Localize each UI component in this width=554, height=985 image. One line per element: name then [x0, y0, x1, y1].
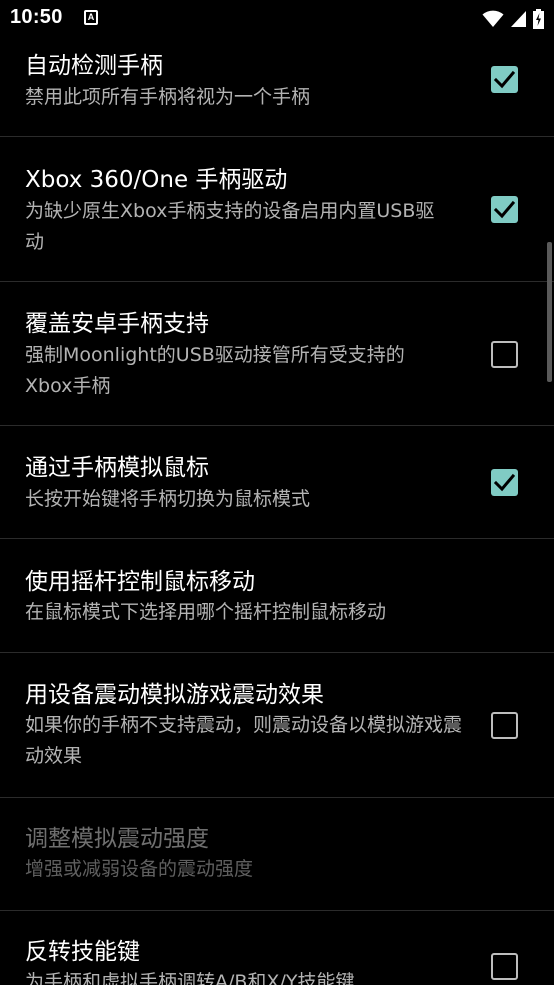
setting-title: 覆盖安卓手柄支持: [25, 311, 209, 337]
status-icons: [482, 7, 544, 31]
setting-summary: 增强或减弱设备的震动强度: [25, 858, 254, 880]
setting-summary: 为缺少原生Xbox手柄支持的设备启用内置USB驱动: [25, 200, 435, 253]
wifi-icon: [482, 10, 504, 27]
setting-summary: 长按开始键将手柄切换为鼠标模式: [25, 488, 311, 510]
setting-summary: 强制Moonlight的USB驱动接管所有受支持的Xbox手柄: [25, 344, 405, 397]
checkmark-icon: [494, 473, 515, 492]
setting-xbox-driver[interactable]: Xbox 360/One 手柄驱动 为缺少原生Xbox手柄支持的设备启用内置US…: [0, 137, 554, 282]
setting-override-android-controller[interactable]: 覆盖安卓手柄支持 强制Moonlight的USB驱动接管所有受支持的Xbox手柄: [0, 282, 554, 426]
status-bar: 10:50 A: [0, 0, 554, 38]
override-android-checkbox[interactable]: [491, 341, 518, 368]
device-vibration-checkbox[interactable]: [491, 712, 518, 739]
setting-title: 用设备震动模拟游戏震动效果: [25, 682, 324, 708]
setting-flip-face-buttons[interactable]: 反转技能键 为手柄和虚拟手柄调转A/B和X/Y技能键: [0, 911, 554, 985]
setting-mouse-emulation[interactable]: 通过手柄模拟鼠标 长按开始键将手柄切换为鼠标模式: [0, 426, 554, 538]
setting-title: 通过手柄模拟鼠标: [25, 455, 209, 481]
setting-summary: 禁用此项所有手柄将视为一个手柄: [25, 86, 311, 108]
status-time: 10:50: [10, 6, 63, 28]
checkmark-icon: [494, 200, 515, 219]
xbox-driver-checkbox[interactable]: [491, 196, 518, 223]
battery-icon: [533, 9, 544, 29]
setting-title: Xbox 360/One 手柄驱动: [25, 167, 288, 193]
scrollbar[interactable]: [547, 242, 552, 382]
checkmark-icon: [494, 70, 515, 89]
setting-title: 使用摇杆控制鼠标移动: [25, 569, 255, 595]
setting-title: 调整模拟震动强度: [25, 826, 209, 852]
setting-summary: 为手柄和虚拟手柄调转A/B和X/Y技能键: [25, 971, 355, 985]
setting-summary: 如果你的手柄不支持震动，则震动设备以模拟游戏震动效果: [25, 714, 463, 767]
notification-icon: A: [84, 10, 98, 25]
setting-title: 反转技能键: [25, 939, 140, 965]
setting-title: 自动检测手柄: [25, 53, 163, 79]
auto-detect-checkbox[interactable]: [491, 66, 518, 93]
setting-stick-mouse-movement[interactable]: 使用摇杆控制鼠标移动 在鼠标模式下选择用哪个摇杆控制鼠标移动: [0, 539, 554, 653]
mouse-emulation-checkbox[interactable]: [491, 469, 518, 496]
signal-icon: [511, 11, 526, 27]
setting-device-vibration[interactable]: 用设备震动模拟游戏震动效果 如果你的手柄不支持震动，则震动设备以模拟游戏震动效果: [0, 653, 554, 797]
flip-face-buttons-checkbox[interactable]: [491, 953, 518, 980]
setting-vibration-strength: 调整模拟震动强度 增强或减弱设备的震动强度: [0, 798, 554, 910]
setting-summary: 在鼠标模式下选择用哪个摇杆控制鼠标移动: [25, 601, 387, 623]
